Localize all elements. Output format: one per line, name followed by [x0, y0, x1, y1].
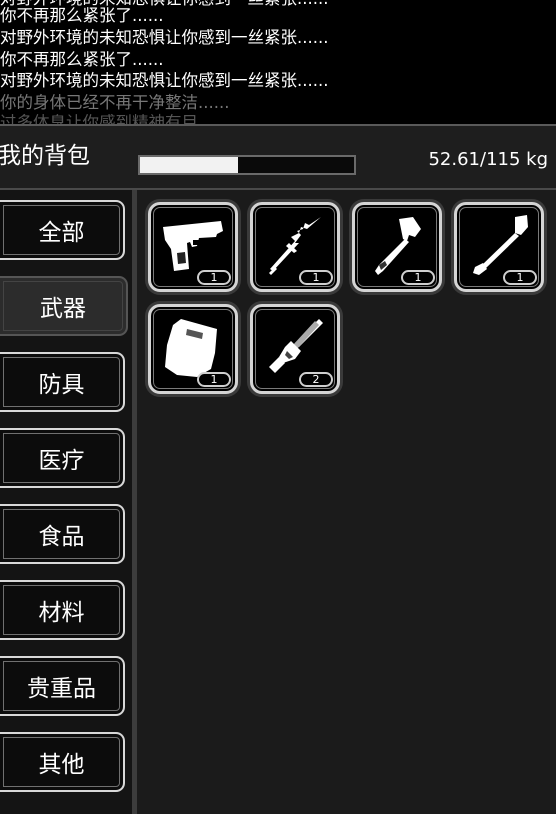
page-title: 我的背包 — [0, 143, 90, 169]
item-slot-spear[interactable]: 1 — [250, 202, 340, 292]
item-slot-riot-shield[interactable]: 1 — [148, 304, 238, 394]
log-line: 对野外环境的未知恐惧让你感到一丝紧张...... — [0, 71, 329, 90]
category-materials-button[interactable]: 材料 — [0, 580, 125, 640]
log-line: 你的身体已经不再干净整洁...... — [0, 93, 230, 112]
item-count-badge: 2 — [299, 372, 333, 387]
category-weapons-button[interactable]: 武器 — [0, 276, 128, 336]
item-slot-pistol[interactable]: 1 — [148, 202, 238, 292]
item-slot-minigun[interactable]: 2 — [250, 304, 340, 394]
category-armor-button[interactable]: 防具 — [0, 352, 125, 412]
backpack-header: 我的背包 52.61/115 kg — [0, 126, 556, 190]
category-sidebar: 全部 武器 防具 医疗 食品 材料 贵重品 其他 — [0, 190, 132, 814]
item-slot-shovel[interactable]: 1 — [454, 202, 544, 292]
category-valuables-button[interactable]: 贵重品 — [0, 656, 125, 716]
backpack-panel: 我的背包 52.61/115 kg 全部 武器 防具 医疗 食品 材料 贵重品 … — [0, 124, 556, 814]
category-all-button[interactable]: 全部 — [0, 200, 125, 260]
item-count-badge: 1 — [299, 270, 333, 285]
log-line: 对野外环境的未知恐惧让你感到一丝紧张...... — [0, 28, 329, 47]
category-food-button[interactable]: 食品 — [0, 504, 125, 564]
weight-readout: 52.61/115 kg — [428, 149, 548, 170]
item-slot-axe[interactable]: 1 — [352, 202, 442, 292]
weight-progress-bar — [138, 155, 356, 175]
log-line: 你不再那么紧张了...... — [0, 50, 164, 69]
weight-progress-fill — [140, 157, 238, 173]
item-count-badge: 1 — [401, 270, 435, 285]
category-medical-button[interactable]: 医疗 — [0, 428, 125, 488]
item-count-badge: 1 — [197, 372, 231, 387]
log-line: 你不再那么紧张了...... — [0, 6, 164, 25]
event-log: 对野外环境的未知恐惧让你感到一丝紧张...... 你不再那么紧张了...... … — [0, 0, 556, 126]
item-count-badge: 1 — [503, 270, 537, 285]
category-other-button[interactable]: 其他 — [0, 732, 125, 792]
item-grid: 1 1 1 1 1 2 — [137, 190, 556, 814]
item-count-badge: 1 — [197, 270, 231, 285]
